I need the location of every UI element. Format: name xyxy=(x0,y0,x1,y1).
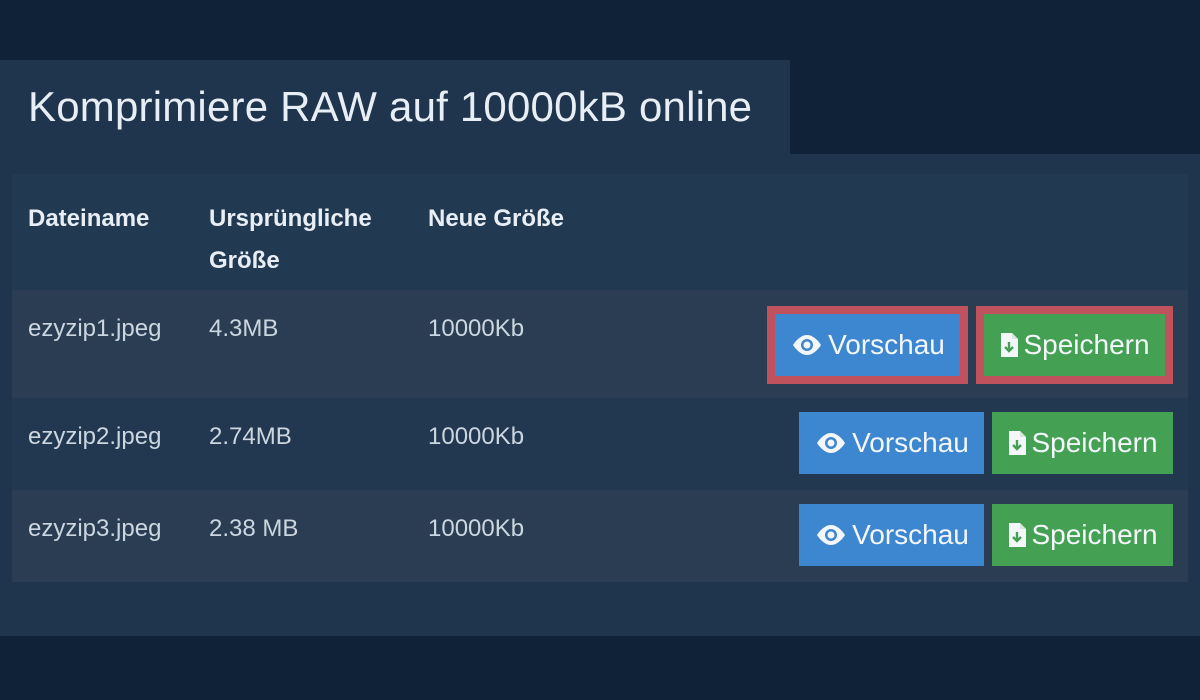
cell-new-size: 10000Kb xyxy=(428,515,525,542)
eye-icon xyxy=(790,333,824,357)
save-highlight-box: Speichern xyxy=(976,306,1173,384)
preview-label: Vorschau xyxy=(852,427,969,458)
table-row: ezyzip2.jpeg 2.74MB 10000Kb Vorschau Spe… xyxy=(12,398,1188,490)
file-download-icon xyxy=(999,332,1019,358)
save-label: Speichern xyxy=(1031,427,1158,458)
file-download-icon xyxy=(1007,522,1027,548)
preview-highlight-box: Vorschau xyxy=(767,306,968,384)
page-title: Komprimiere RAW auf 10000kB online xyxy=(28,83,753,130)
cell-original-size: 2.38 MB xyxy=(209,515,299,542)
cell-original-size: 4.3MB xyxy=(209,315,279,342)
cell-filename: ezyzip1.jpeg xyxy=(28,315,162,342)
page: Komprimiere RAW auf 10000kB online Datei… xyxy=(0,0,1200,700)
header-original-size-line1: Ursprüngliche xyxy=(209,205,372,232)
results-panel: Dateiname Ursprüngliche Größe Neue Größe… xyxy=(0,154,1200,636)
preview-button[interactable]: Vorschau xyxy=(799,412,984,474)
save-button[interactable]: Speichern xyxy=(992,504,1173,566)
table-row: ezyzip1.jpeg 4.3MB 10000Kb Vorschau Spei… xyxy=(12,290,1188,398)
header-original-size: Ursprüngliche Größe xyxy=(209,198,372,282)
save-button[interactable]: Speichern xyxy=(984,314,1165,376)
file-download-icon xyxy=(1007,430,1027,456)
row-actions: Vorschau Speichern xyxy=(799,412,1173,474)
results-table: Dateiname Ursprüngliche Größe Neue Größe… xyxy=(12,174,1188,582)
eye-icon xyxy=(814,523,848,547)
table-row: ezyzip3.jpeg 2.38 MB 10000Kb Vorschau Sp… xyxy=(12,490,1188,582)
preview-label: Vorschau xyxy=(852,519,969,550)
table-header: Dateiname Ursprüngliche Größe Neue Größe xyxy=(12,174,1188,290)
eye-icon xyxy=(814,431,848,455)
cell-new-size: 10000Kb xyxy=(428,423,525,450)
header-original-size-line2: Größe xyxy=(209,247,280,274)
cell-original-size: 2.74MB xyxy=(209,423,292,450)
header-filename: Dateiname xyxy=(28,205,150,232)
title-tab: Komprimiere RAW auf 10000kB online xyxy=(0,60,790,154)
save-label: Speichern xyxy=(1031,519,1158,550)
row-actions: Vorschau Speichern xyxy=(799,504,1173,566)
preview-button[interactable]: Vorschau xyxy=(799,504,984,566)
cell-filename: ezyzip3.jpeg xyxy=(28,515,162,542)
preview-label: Vorschau xyxy=(828,329,945,360)
cell-new-size: 10000Kb xyxy=(428,315,525,342)
save-button[interactable]: Speichern xyxy=(992,412,1173,474)
preview-button[interactable]: Vorschau xyxy=(775,314,960,376)
row-actions: Vorschau Speichern xyxy=(767,306,1173,384)
save-label: Speichern xyxy=(1023,329,1150,360)
cell-filename: ezyzip2.jpeg xyxy=(28,423,162,450)
header-new-size: Neue Größe xyxy=(428,205,565,232)
